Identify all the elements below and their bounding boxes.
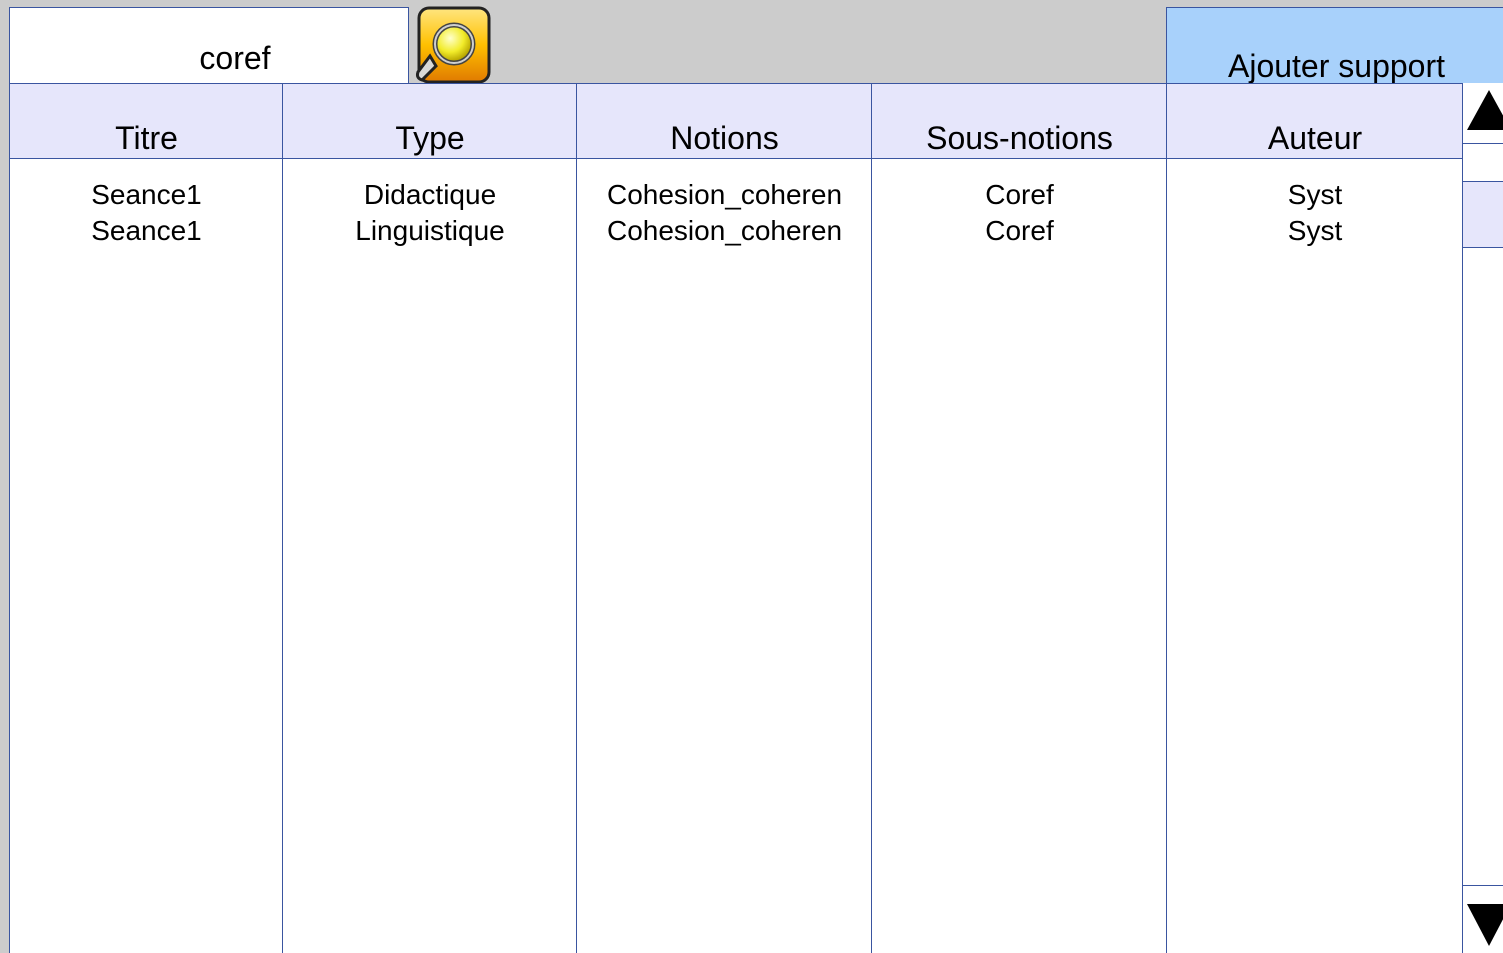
supports-table: Titre Seance1 Seance1 Type Didactique Li…: [9, 83, 1463, 953]
add-support-button[interactable]: Ajouter support: [1166, 7, 1503, 84]
table-cell[interactable]: Coref: [872, 213, 1167, 249]
column-header-label: Type: [395, 120, 465, 156]
column-sous-notions: Sous-notions Coref Coref: [871, 83, 1167, 953]
scroll-down-button[interactable]: [1463, 885, 1503, 953]
table-cell[interactable]: Seance1: [10, 177, 283, 213]
table-cell[interactable]: Didactique: [283, 177, 577, 213]
search-button[interactable]: [412, 6, 492, 86]
column-header-auteur[interactable]: Auteur: [1167, 83, 1463, 159]
column-titre: Titre Seance1 Seance1: [9, 83, 283, 953]
add-support-label: Ajouter support: [1227, 48, 1445, 84]
table-cell[interactable]: Coref: [872, 177, 1167, 213]
column-header-type[interactable]: Type: [283, 83, 577, 159]
table-cell[interactable]: Linguistique: [283, 213, 577, 249]
scroll-thumb[interactable]: [1463, 181, 1503, 248]
column-header-label: Sous-notions: [926, 120, 1113, 156]
column-type: Type Didactique Linguistique: [282, 83, 577, 953]
table-cell[interactable]: Syst: [1167, 177, 1463, 213]
table-cell[interactable]: Syst: [1167, 213, 1463, 249]
scroll-track[interactable]: [1463, 143, 1503, 181]
search-input-value: coref: [199, 40, 271, 76]
column-notions: Notions Cohesion_coheren Cohesion_cohere…: [576, 83, 872, 953]
column-header-titre[interactable]: Titre: [10, 83, 283, 159]
table-cell[interactable]: Cohesion_coheren: [577, 177, 872, 213]
search-icon: [416, 6, 491, 84]
column-header-label: Auteur: [1267, 120, 1363, 156]
scroll-up-button[interactable]: [1463, 83, 1503, 143]
column-header-sous-notions[interactable]: Sous-notions: [872, 83, 1167, 159]
triangle-down-icon: [1467, 904, 1503, 946]
column-auteur: Auteur Syst Syst: [1166, 83, 1463, 953]
table-cell[interactable]: Cohesion_coheren: [577, 213, 872, 249]
column-header-notions[interactable]: Notions: [577, 83, 872, 159]
triangle-up-icon: [1467, 90, 1503, 130]
column-header-label: Notions: [670, 120, 779, 156]
table-cell[interactable]: Seance1: [10, 213, 283, 249]
vertical-scrollbar[interactable]: [1462, 83, 1503, 953]
column-header-label: Titre: [115, 120, 178, 156]
